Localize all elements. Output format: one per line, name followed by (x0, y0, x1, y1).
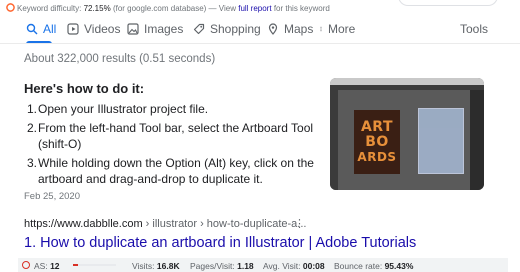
tab-videos[interactable]: Videos (67, 22, 120, 36)
tab-label: Videos (84, 22, 121, 36)
pages-per-visit-metric[interactable]: Pages/Visit: 1.18 (190, 261, 254, 271)
step-text: While holding down the Option (Alt) key,… (38, 155, 314, 187)
visits-metric[interactable]: Visits: 16.8K (132, 261, 180, 271)
thumb-menubar (330, 78, 484, 85)
visits-label: Visits: (132, 261, 155, 271)
pages-value: 1.18 (237, 261, 254, 271)
result-title-text: How to duplicate an artboard in Illustra… (40, 235, 417, 251)
result-number: 1. (24, 235, 37, 251)
tab-more[interactable]: More (318, 22, 355, 36)
tab-label: More (328, 22, 356, 36)
tabs-divider (0, 43, 520, 44)
step-number: 2. (27, 120, 38, 135)
thumb-word: ARDS (357, 150, 397, 164)
full-report-link[interactable]: full report (238, 4, 271, 13)
bounce-rate-metric[interactable]: Bounce rate: 95.43% (334, 261, 413, 271)
tab-shopping[interactable]: Shopping (193, 22, 261, 36)
thumb-layers-panel (470, 90, 484, 190)
thumb-toolbar (330, 85, 484, 90)
tab-all[interactable]: All (26, 22, 56, 36)
list-item: 1. Open your Illustrator project file. (24, 101, 314, 118)
tab-label: Images (144, 22, 184, 36)
step-number: 1. (27, 102, 38, 116)
as-value: 12 (50, 261, 60, 271)
search-box-edge (398, 0, 498, 6)
as-label: AS: (34, 261, 48, 271)
tools-label: Tools (460, 22, 489, 36)
tag-icon (193, 23, 205, 35)
results-stats: About 322,000 results (0.51 seconds) (24, 53, 216, 65)
search-icon (26, 23, 38, 35)
snippet-thumbnail[interactable]: ART BO ARDS (330, 78, 484, 190)
thumb-artboard: ART BO ARDS (354, 110, 400, 174)
avg-visit-label: Avg. Visit: (263, 261, 301, 271)
result-more-icon[interactable]: ⋮ (294, 217, 305, 230)
step-text: Open your Illustrator project file. (38, 102, 209, 116)
tools-button[interactable]: Tools (460, 22, 488, 36)
avg-visit-metric[interactable]: Avg. Visit: 00:08 (263, 261, 325, 271)
semrush-icon (6, 3, 15, 12)
seo-metrics-bar: AS: 12 Visits: 16.8K Pages/Visit: 1.18 A… (18, 258, 508, 272)
map-pin-icon (268, 23, 278, 35)
pages-label: Pages/Visit: (190, 261, 235, 271)
list-item: 3. While holding down the Option (Alt) k… (24, 155, 314, 188)
bounce-value: 95.43% (384, 261, 414, 271)
tab-label: All (43, 22, 57, 36)
snippet-steps: 1. Open your Illustrator project file. 2… (24, 101, 314, 190)
thumb-word: ART (360, 119, 394, 135)
authority-score[interactable]: AS: 12 (34, 261, 60, 271)
step-number: 3. (27, 155, 38, 170)
more-vertical-icon (320, 26, 322, 32)
thumb-tool-panel (330, 90, 338, 190)
authority-score-icon (22, 261, 30, 269)
url-breadcrumb: › illustrator › how-to-duplicate-a... (142, 218, 307, 230)
keyword-difficulty-bar: Keyword difficulty: 72.15% (for google.c… (0, 0, 520, 16)
video-icon (67, 23, 79, 35)
kd-label: Keyword difficulty: (17, 4, 82, 13)
authority-score-bar (73, 264, 116, 266)
snippet-heading: Here's how to do it: (24, 81, 145, 96)
avg-visit-value: 00:08 (302, 261, 325, 271)
kd-value: 72.15% (83, 4, 111, 13)
visits-value: 16.8K (156, 261, 180, 271)
kd-suffix: for this keyword (273, 4, 330, 13)
tab-label: Shopping (210, 22, 261, 36)
kd-note: (for google.com database) — (112, 4, 217, 13)
tab-images[interactable]: Images (127, 22, 183, 36)
image-icon (127, 23, 139, 35)
url-domain: https://www.dabblle.com (24, 218, 143, 230)
step-text: From the left-hand Tool bar, select the … (38, 120, 314, 152)
list-item: 2. From the left-hand Tool bar, select t… (24, 120, 314, 153)
kd-link-prefix: View (218, 4, 236, 13)
tab-maps[interactable]: Maps (267, 22, 313, 36)
search-tabs: All Videos Images Shopping Maps More Too… (0, 18, 520, 44)
keyword-difficulty-text: Keyword difficulty: 72.15% (for google.c… (17, 4, 330, 13)
tab-label: Maps (284, 22, 314, 36)
snippet-date: Feb 25, 2020 (24, 191, 80, 202)
authority-score-fill (73, 264, 79, 266)
thumb-word: BO (365, 134, 389, 150)
thumb-artboard-duplicate (418, 108, 464, 174)
result-url[interactable]: https://www.dabblle.com › illustrator › … (24, 218, 306, 230)
bounce-label: Bounce rate: (334, 261, 383, 271)
result-title-link[interactable]: 1. How to duplicate an artboard in Illus… (24, 235, 416, 251)
